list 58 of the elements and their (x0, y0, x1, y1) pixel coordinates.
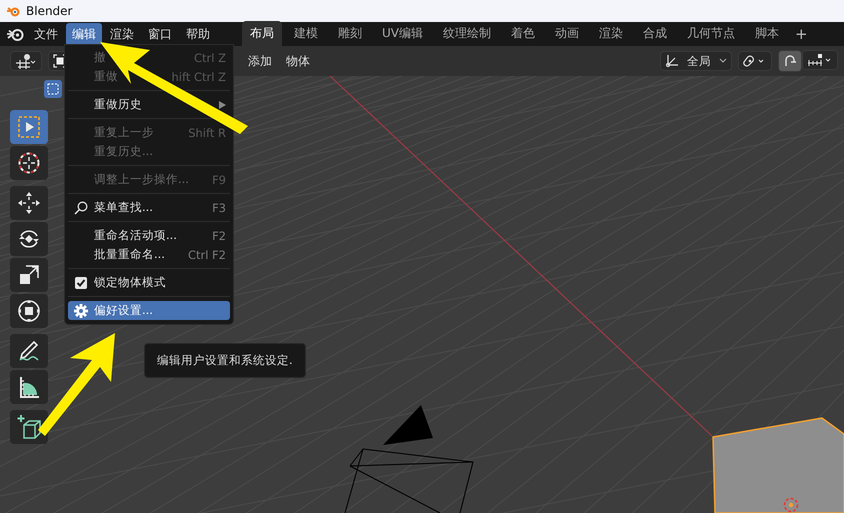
menu-bar-item[interactable]: 文件 (28, 22, 64, 46)
workspace-tab[interactable]: 渲染 (591, 21, 631, 46)
menu-bar-item[interactable]: 帮助 (180, 22, 216, 46)
search-icon (74, 200, 88, 214)
axes-icon (665, 54, 679, 68)
submenu-arrow-icon (219, 100, 226, 108)
workspace-tab[interactable]: 纹理绘制 (435, 21, 499, 46)
menu-bar-item[interactable]: 渲染 (104, 22, 140, 46)
snap-toggle[interactable] (778, 50, 802, 72)
pencil-icon (17, 339, 41, 363)
scale-icon (17, 263, 41, 287)
app-logo-icon (6, 5, 20, 17)
tooltip: 编辑用户设置和系统设定. (144, 343, 306, 378)
tool-button[interactable] (10, 410, 48, 444)
snap-increment-dropdown[interactable] (802, 50, 838, 70)
tool-button[interactable] (10, 258, 48, 292)
gear-icon (74, 304, 88, 318)
workspace-tab[interactable]: 布局 (242, 21, 282, 46)
object-mode-dropdown[interactable] (10, 51, 42, 71)
menu-item[interactable]: 批量重命名... Ctrl F2 (68, 245, 230, 264)
cursor-icon (17, 151, 41, 175)
tool-button[interactable] (10, 186, 48, 220)
workspace-tab[interactable]: 合成 (635, 21, 675, 46)
add-cube-icon (16, 414, 42, 440)
pivot-dropdown[interactable] (738, 51, 772, 71)
tool-button[interactable] (10, 370, 48, 404)
box-select-mode-button[interactable] (44, 80, 62, 98)
menu-item[interactable]: 重命名活动项... F2 (68, 226, 230, 245)
select-box-icon (17, 115, 41, 139)
workspace-tab[interactable]: 脚本 (747, 21, 787, 46)
header-menu[interactable]: 添加 (248, 52, 272, 70)
menu-item[interactable]: 菜单查找... F3 (68, 198, 230, 217)
workspace-tab[interactable]: UV编辑 (374, 21, 431, 46)
transform-icon (17, 299, 41, 323)
menu-bar-item[interactable]: 窗口 (142, 22, 178, 46)
header-menu[interactable]: 物体 (286, 52, 310, 70)
tool-button[interactable] (10, 334, 48, 368)
ruler-icon (17, 375, 41, 399)
app-logo-icon[interactable] (6, 27, 24, 41)
tool-button[interactable] (10, 294, 48, 328)
menu-item[interactable]: 重做历史 (68, 95, 230, 114)
orientation-dropdown[interactable]: 全局 (660, 51, 732, 71)
tool-button[interactable] (10, 146, 48, 180)
add-workspace-button[interactable]: + (791, 25, 812, 43)
workspace-tab[interactable]: 着色 (503, 21, 543, 46)
chevron-down-icon (719, 58, 727, 64)
workspace-tab[interactable]: 雕刻 (330, 21, 370, 46)
move-icon (17, 191, 41, 215)
workspace-tab[interactable]: 建模 (286, 21, 326, 46)
increment-icon (807, 53, 833, 67)
window-title: Blender (26, 4, 72, 18)
menu-item[interactable]: 偏好设置... (68, 301, 230, 320)
menu-item[interactable]: 锁定物体模式 (68, 273, 230, 292)
workspace-tab[interactable]: 动画 (547, 21, 587, 46)
menu-bar-item[interactable]: 编辑 (66, 22, 102, 46)
checkbox[interactable] (75, 276, 87, 288)
workspace-tab[interactable]: 几何节点 (679, 21, 743, 46)
tool-button[interactable] (10, 222, 48, 256)
